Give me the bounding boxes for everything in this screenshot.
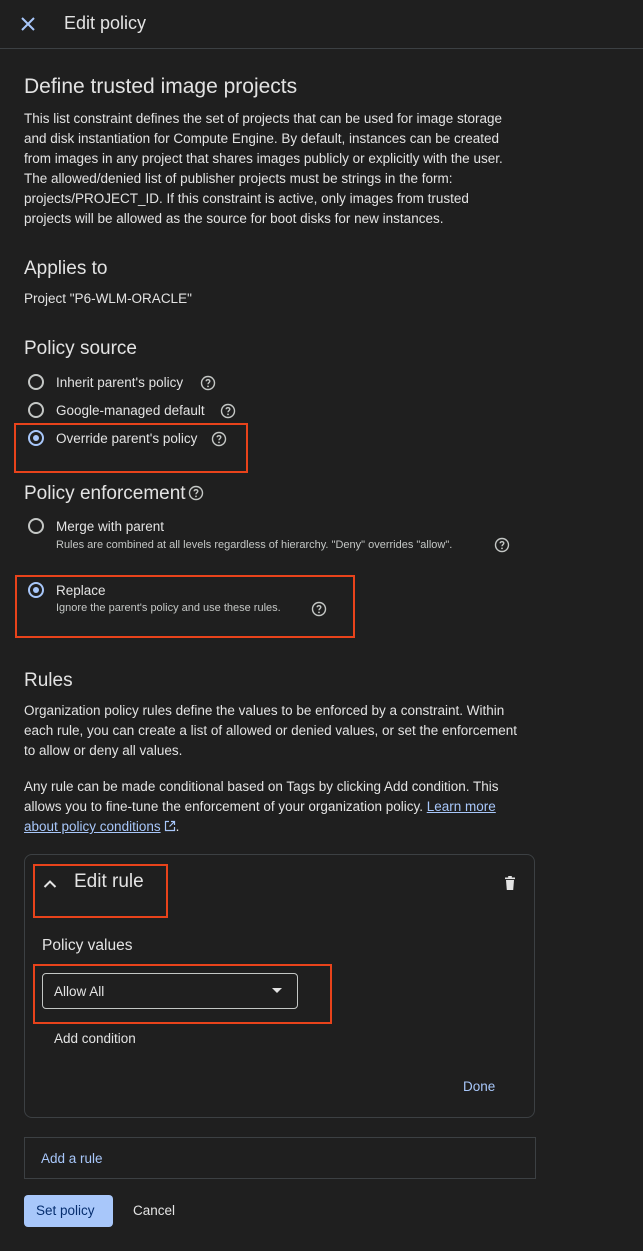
highlight-box: [33, 964, 332, 1024]
radio-merge-with-parent-description: Rules are combined at all levels regardl…: [56, 539, 453, 551]
description-text: allows you to fine-tune the enforcement …: [24, 799, 427, 814]
cancel-button[interactable]: Cancel: [133, 1203, 175, 1218]
set-policy-button[interactable]: Set policy: [24, 1195, 113, 1227]
page-title: Edit policy: [64, 13, 147, 33]
done-button[interactable]: Done: [463, 1079, 495, 1094]
constraint-description: This list constraint defines the set of …: [24, 109, 624, 229]
external-link-icon[interactable]: [164, 820, 176, 832]
add-condition-button[interactable]: Add condition: [54, 1031, 136, 1046]
add-rule-label[interactable]: Add a rule: [41, 1151, 103, 1166]
radio-google-managed-label[interactable]: Google-managed default: [56, 403, 205, 418]
learn-more-link[interactable]: about policy conditions: [24, 819, 161, 834]
description-line: allows you to fine-tune the enforcement …: [24, 797, 624, 817]
radio-merge-with-parent[interactable]: [28, 518, 44, 534]
rules-description: Organization policy rules define the val…: [24, 701, 624, 761]
radio-merge-with-parent-label[interactable]: Merge with parent: [56, 519, 164, 534]
delete-icon[interactable]: [502, 875, 518, 891]
description-line: from images in any project that shares i…: [24, 151, 503, 166]
help-icon[interactable]: [494, 537, 510, 553]
radio-google-managed[interactable]: [28, 402, 44, 418]
period: .: [175, 819, 180, 834]
rules-conditional-text: Any rule can be made conditional based o…: [24, 777, 624, 837]
description-line: Organization policy rules define the val…: [24, 703, 505, 718]
help-icon[interactable]: [188, 485, 204, 501]
description-line: This list constraint defines the set of …: [24, 111, 503, 126]
constraint-title: Define trusted image projects: [24, 75, 298, 98]
policy-values-label: Policy values: [42, 937, 133, 954]
set-policy-label[interactable]: Set policy: [36, 1203, 95, 1218]
learn-more-link[interactable]: Learn more: [427, 799, 496, 814]
highlight-box: [33, 864, 168, 918]
radio-inherit-parent[interactable]: [28, 374, 44, 390]
rules-heading: Rules: [24, 670, 73, 691]
help-icon[interactable]: [200, 375, 216, 391]
help-icon[interactable]: [220, 403, 236, 419]
highlight-box: [14, 423, 248, 473]
description-line: projects will be allowed as the source f…: [24, 211, 444, 226]
description-line: The allowed/denied list of publisher pro…: [24, 171, 453, 186]
description-line: to allow or deny all values.: [24, 743, 183, 758]
description-line: Any rule can be made conditional based o…: [24, 779, 499, 794]
radio-inherit-parent-label[interactable]: Inherit parent's policy: [56, 375, 183, 390]
policy-enforcement-heading: Policy enforcement: [24, 483, 186, 504]
highlight-box: [15, 575, 355, 638]
applies-to-value: Project "P6-WLM-ORACLE": [24, 291, 192, 306]
add-rule-button[interactable]: Add a rule: [24, 1137, 536, 1179]
policy-source-heading: Policy source: [24, 338, 137, 359]
description-line: each rule, you can create a list of allo…: [24, 723, 518, 738]
description-line: about policy conditions.: [24, 817, 624, 837]
description-line: projects/PROJECT_ID. If this constraint …: [24, 191, 469, 206]
close-icon[interactable]: [16, 12, 40, 36]
description-line: and disk instantiation for Compute Engin…: [24, 131, 500, 146]
applies-to-heading: Applies to: [24, 258, 108, 279]
